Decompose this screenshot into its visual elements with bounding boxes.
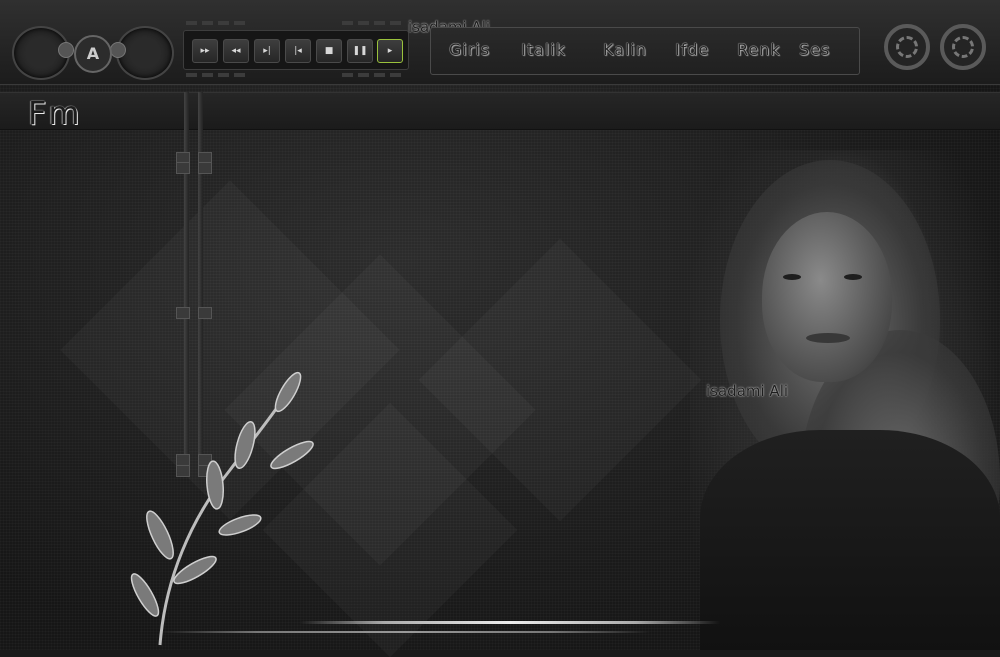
menu-item-giris[interactable]: Giris — [449, 40, 490, 59]
dash — [186, 21, 197, 25]
play-icon: ▸ — [387, 46, 393, 56]
rewind-icon: ◂◂ — [231, 46, 241, 56]
options-gear-icon[interactable] — [940, 24, 986, 70]
dash — [374, 73, 385, 77]
next-track-button[interactable]: ▸| — [254, 39, 280, 63]
settings-gear-icon[interactable] — [884, 24, 930, 70]
previous-track-button[interactable]: |◂ — [285, 39, 311, 63]
left-knob[interactable] — [58, 42, 74, 58]
dash — [342, 21, 353, 25]
rewind-button[interactable]: ◂◂ — [223, 39, 249, 63]
transport-controls: ▸▸ ◂◂ ▸| |◂ ■ ❚❚ ▸ — [183, 30, 409, 70]
bottom-highlight-line — [300, 621, 720, 624]
rail-clip — [198, 162, 212, 174]
portrait-jacket — [700, 430, 1000, 650]
next-track-icon: ▸| — [263, 46, 271, 56]
dash — [390, 21, 401, 25]
dash — [358, 21, 369, 25]
dash — [218, 73, 229, 77]
rail-clip — [198, 307, 212, 319]
dash — [202, 73, 213, 77]
rail-clip — [176, 307, 190, 319]
previous-track-icon: |◂ — [294, 46, 302, 56]
sub-header — [0, 92, 1000, 130]
bottom-divider — [160, 631, 650, 633]
pause-button[interactable]: ❚❚ — [347, 39, 373, 63]
menu-item-ses[interactable]: Ses — [799, 40, 830, 59]
rail-clip — [176, 162, 190, 174]
dash — [342, 73, 353, 77]
menu-item-renk[interactable]: Renk — [737, 40, 781, 59]
play-button[interactable]: ▸ — [377, 39, 403, 63]
top-toolbar: A ▸▸ ◂◂ ▸| |◂ ■ ❚❚ ▸ isadami Ali Giris I… — [0, 0, 1000, 85]
leaf-branch-decoration — [130, 371, 314, 646]
fast-forward-icon: ▸▸ — [200, 46, 210, 56]
portrait-eye — [844, 274, 862, 280]
app-logo: A — [74, 35, 112, 73]
dash — [186, 73, 197, 77]
menu-bar: Giris Italik Kalin Ifde Renk Ses — [430, 27, 860, 75]
portrait-eye — [783, 274, 801, 280]
stop-icon: ■ — [324, 46, 334, 56]
dash — [234, 21, 245, 25]
menu-item-italik[interactable]: Italik — [521, 40, 566, 59]
logo-letter: A — [86, 44, 100, 63]
dash — [358, 73, 369, 77]
pause-icon: ❚❚ — [352, 46, 368, 56]
stop-button[interactable]: ■ — [316, 39, 342, 63]
dash — [234, 73, 245, 77]
dash — [374, 21, 385, 25]
portrait-face — [762, 212, 892, 382]
portrait-lips — [806, 333, 850, 343]
menu-item-kalin[interactable]: Kalin — [603, 40, 647, 59]
right-knob[interactable] — [110, 42, 126, 58]
watermark-mid: isadami Ali — [706, 382, 789, 400]
dash — [202, 21, 213, 25]
menu-item-ifde[interactable]: Ifde — [675, 40, 709, 59]
fm-logo: Fm — [28, 94, 82, 132]
dash — [218, 21, 229, 25]
fast-forward-button[interactable]: ▸▸ — [192, 39, 218, 63]
dash — [390, 73, 401, 77]
